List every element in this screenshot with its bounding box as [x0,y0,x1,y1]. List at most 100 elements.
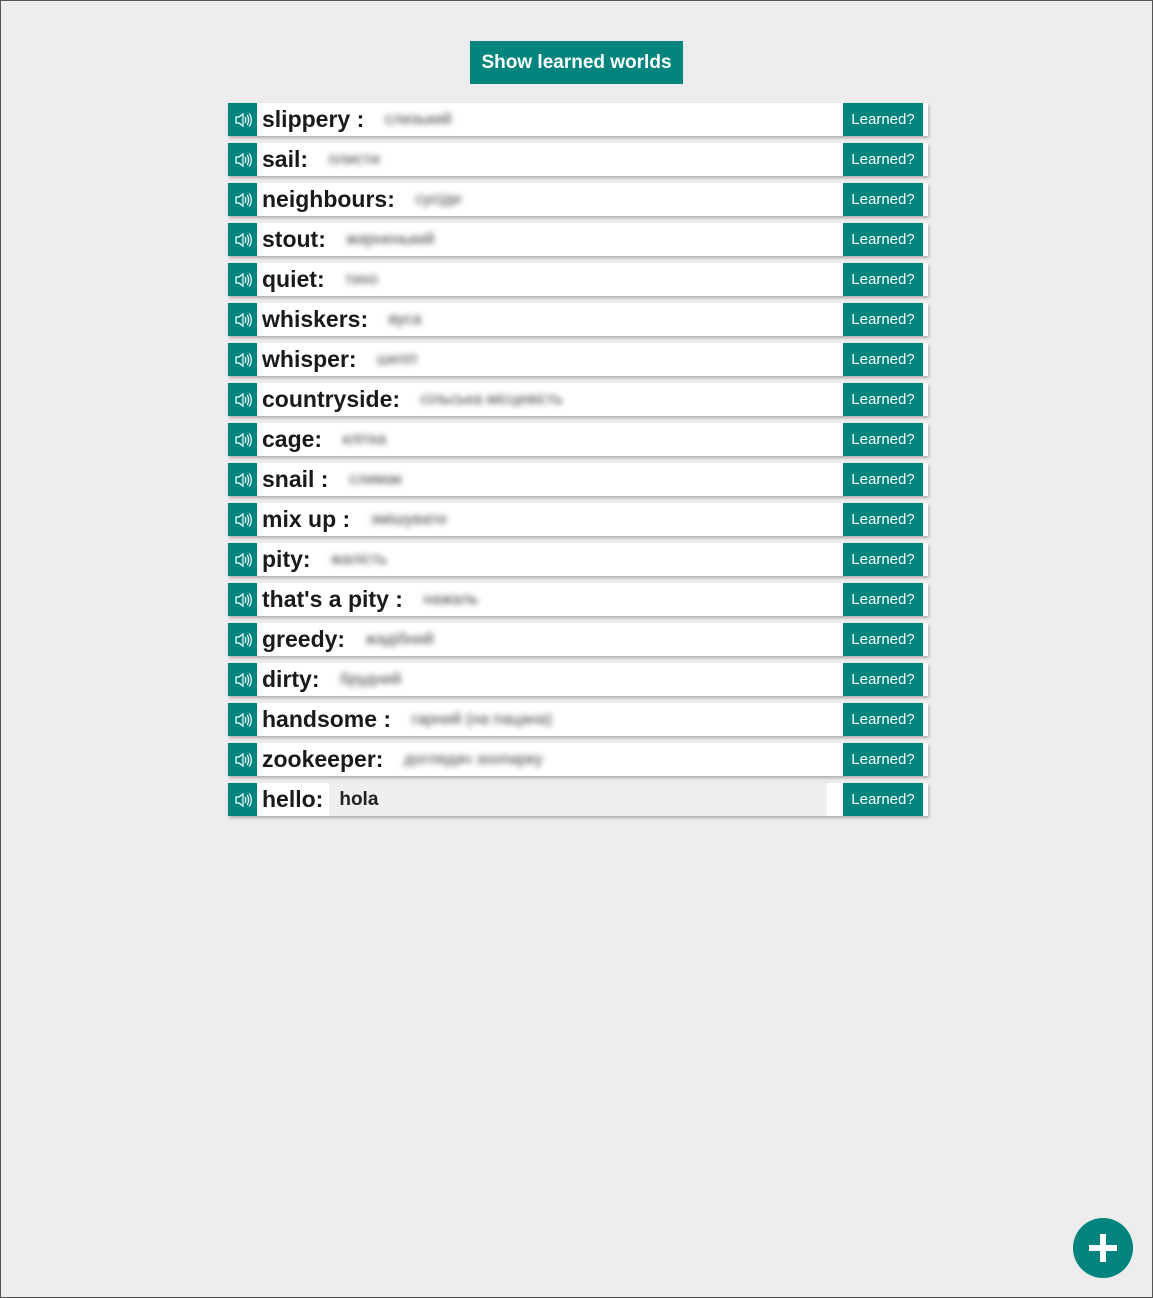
learned-button[interactable]: Learned? [843,343,923,376]
speaker-icon [234,712,252,728]
speaker-icon [234,672,252,688]
learned-button[interactable]: Learned? [843,543,923,576]
learned-button[interactable]: Learned? [843,183,923,216]
translation-text[interactable]: слимак [335,463,843,496]
word-row: dirty: брудний Learned? [228,663,928,696]
word-row: cage: клітка Learned? [228,423,928,456]
word-label: stout: [262,226,333,252]
learned-button[interactable]: Learned? [843,703,923,736]
speaker-icon [234,232,252,248]
speaker-button[interactable] [228,143,257,176]
translation-text[interactable]: жалість [317,543,843,576]
speaker-icon [234,112,252,128]
word-row: quiet: тихо Learned? [228,263,928,296]
translation-text[interactable]: жадібний [351,623,843,656]
speaker-button[interactable] [228,343,257,376]
word-label: cage: [262,426,329,452]
translation-text[interactable]: сусіди [401,183,843,216]
speaker-button[interactable] [228,543,257,576]
speaker-button[interactable] [228,623,257,656]
speaker-button[interactable] [228,503,257,536]
translation-text[interactable]: сільська місцевість [406,383,843,416]
learned-button[interactable]: Learned? [843,663,923,696]
learned-button[interactable]: Learned? [843,743,923,776]
learned-button[interactable]: Learned? [843,423,923,456]
speaker-icon [234,152,252,168]
speaker-icon [234,752,252,768]
word-label: quiet: [262,266,331,292]
plus-icon [1089,1234,1117,1262]
speaker-button[interactable] [228,583,257,616]
word-row: snail : слимак Learned? [228,463,928,496]
learned-button[interactable]: Learned? [843,103,923,136]
speaker-icon [234,312,252,328]
add-word-button[interactable] [1073,1218,1133,1278]
speaker-button[interactable] [228,263,257,296]
word-label: hello: [262,786,324,812]
learned-button[interactable]: Learned? [843,583,923,616]
word-row: countryside: сільська місцевість Learned? [228,383,928,416]
word-list: slippery : слизький Learned? sail: плисти L… [228,103,928,823]
speaker-button[interactable] [228,183,257,216]
show-learned-words-button[interactable]: Show learned worlds [470,41,683,84]
speaker-button[interactable] [228,303,257,336]
translation-text[interactable]: плисти [314,143,843,176]
learned-button[interactable]: Learned? [843,383,923,416]
speaker-button[interactable] [228,423,257,456]
translation-input[interactable] [329,783,828,816]
translation-text[interactable]: нажаль [409,583,843,616]
row-spacer [827,783,843,816]
speaker-button[interactable] [228,783,257,816]
translation-text[interactable]: шепіт [363,343,843,376]
translation-text[interactable]: слизький [371,103,843,136]
speaker-button[interactable] [228,743,257,776]
translation-text[interactable]: тихо [331,263,843,296]
speaker-icon [234,632,252,648]
translation-text[interactable]: гарний (на пацана) [397,703,843,736]
translation-text[interactable]: доглядач зоопарку [390,743,843,776]
speaker-icon [234,592,252,608]
learned-button[interactable]: Learned? [843,303,923,336]
speaker-button[interactable] [228,223,257,256]
learned-button[interactable]: Learned? [843,503,923,536]
word-label: slippery : [262,106,371,132]
learned-button[interactable]: Learned? [843,623,923,656]
word-label: that's a pity : [262,586,410,612]
speaker-icon [234,512,252,528]
learned-button[interactable]: Learned? [843,223,923,256]
word-label: sail: [262,146,315,172]
translation-text[interactable]: жирненький [332,223,843,256]
speaker-button[interactable] [228,663,257,696]
translation-text[interactable]: брудний [326,663,843,696]
word-row: pity: жалість Learned? [228,543,928,576]
translation-text[interactable]: змішувати [357,503,843,536]
translation-text[interactable]: клітка [328,423,843,456]
speaker-icon [234,392,252,408]
speaker-icon [234,192,252,208]
word-label: dirty: [262,666,326,692]
speaker-button[interactable] [228,703,257,736]
speaker-icon [234,432,252,448]
learned-button[interactable]: Learned? [843,143,923,176]
learned-button[interactable]: Learned? [843,463,923,496]
word-label: handsome : [262,706,398,732]
new-word-row: hello: Learned? [228,783,928,816]
learned-button[interactable]: Learned? [843,783,923,816]
speaker-button[interactable] [228,463,257,496]
word-row: slippery : слизький Learned? [228,103,928,136]
word-label: greedy: [262,626,352,652]
speaker-button[interactable] [228,103,257,136]
translation-text[interactable]: вуса [375,303,844,336]
word-row: handsome : гарний (на пацана) Learned? [228,703,928,736]
word-row: whisper: шепіт Learned? [228,343,928,376]
word-label: neighbours: [262,186,402,212]
speaker-button[interactable] [228,383,257,416]
word-row: zookeeper: доглядач зоопарку Learned? [228,743,928,776]
top-bar: Show learned worlds [1,41,1152,84]
speaker-icon [234,272,252,288]
word-row: that's a pity : нажаль Learned? [228,583,928,616]
word-label: mix up : [262,506,357,532]
word-row: greedy: жадібний Learned? [228,623,928,656]
word-label: pity: [262,546,317,572]
learned-button[interactable]: Learned? [843,263,923,296]
